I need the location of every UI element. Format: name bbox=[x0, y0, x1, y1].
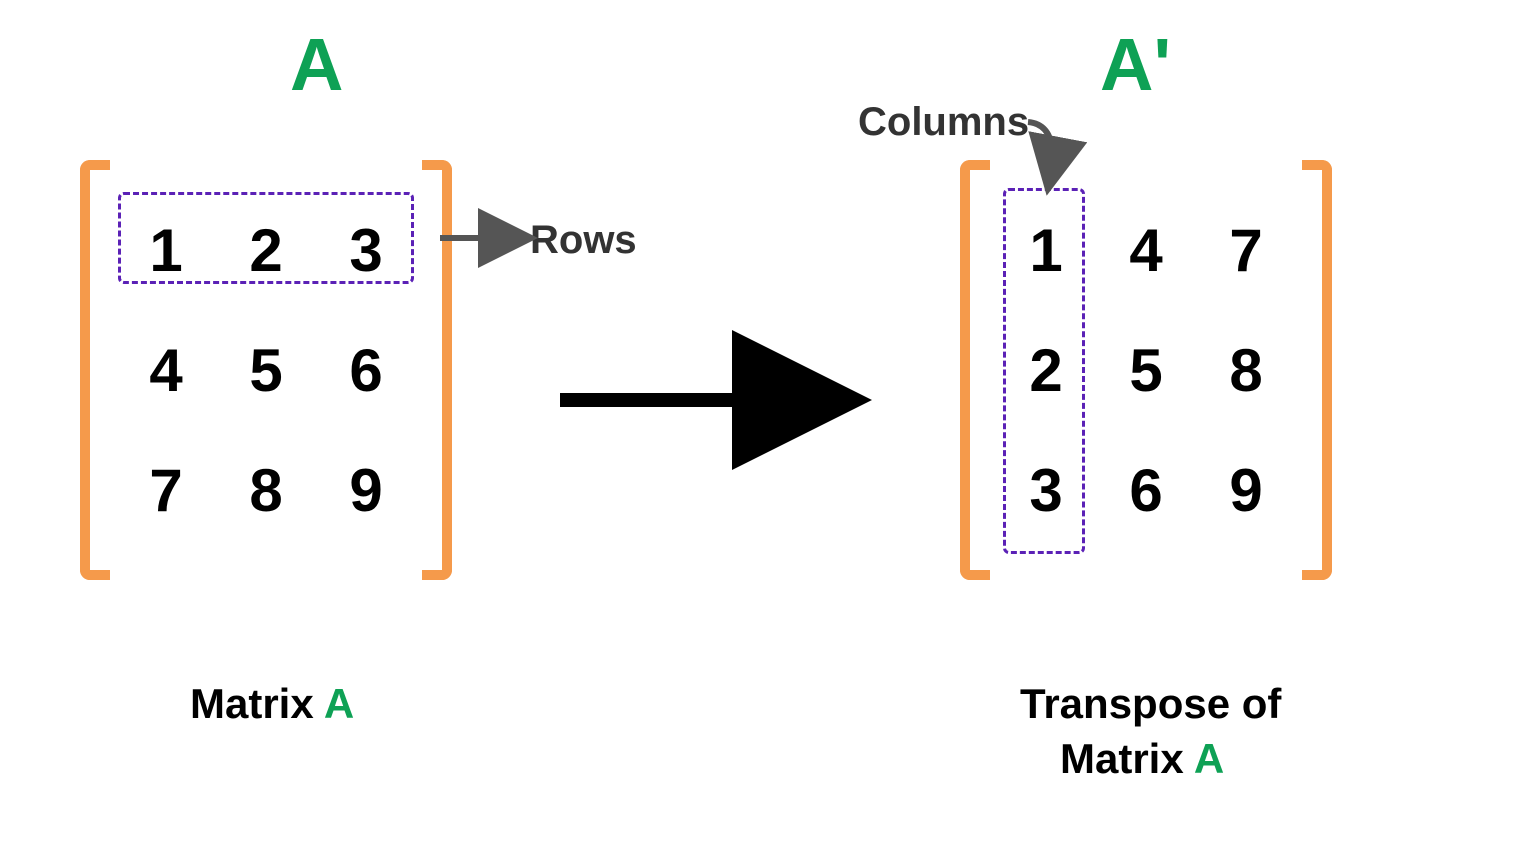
row-highlight bbox=[118, 192, 414, 284]
columns-label: Columns bbox=[858, 100, 1029, 145]
cell: 8 bbox=[249, 456, 282, 525]
cell: 9 bbox=[349, 456, 382, 525]
bracket-left-icon bbox=[960, 160, 990, 580]
left-matrix-title: A bbox=[290, 22, 343, 107]
caption-transpose-line2: Matrix A bbox=[1060, 735, 1224, 783]
caption-letter-a: A bbox=[1194, 735, 1224, 782]
caption-matrix-a: Matrix A bbox=[190, 680, 354, 728]
caption-transpose: Transpose of bbox=[1020, 680, 1281, 728]
cell: 6 bbox=[349, 336, 382, 405]
cell: 7 bbox=[149, 456, 182, 525]
caption-text: Transpose of bbox=[1020, 680, 1281, 727]
cell: 4 bbox=[1129, 216, 1162, 285]
bracket-left-icon bbox=[80, 160, 110, 580]
rows-label: Rows bbox=[530, 218, 637, 263]
caption-text: Matrix bbox=[190, 680, 324, 727]
column-highlight bbox=[1003, 188, 1085, 554]
cell: 8 bbox=[1229, 336, 1262, 405]
cell: 4 bbox=[149, 336, 182, 405]
cell: 5 bbox=[1129, 336, 1162, 405]
cell: 7 bbox=[1229, 216, 1262, 285]
bracket-right-icon bbox=[1302, 160, 1332, 580]
caption-letter-a: A bbox=[324, 680, 354, 727]
cell: 9 bbox=[1229, 456, 1262, 525]
bracket-right-icon bbox=[422, 160, 452, 580]
caption-text: Matrix bbox=[1060, 735, 1194, 782]
cell: 6 bbox=[1129, 456, 1162, 525]
right-matrix-title: A' bbox=[1100, 22, 1171, 107]
cell: 5 bbox=[249, 336, 282, 405]
